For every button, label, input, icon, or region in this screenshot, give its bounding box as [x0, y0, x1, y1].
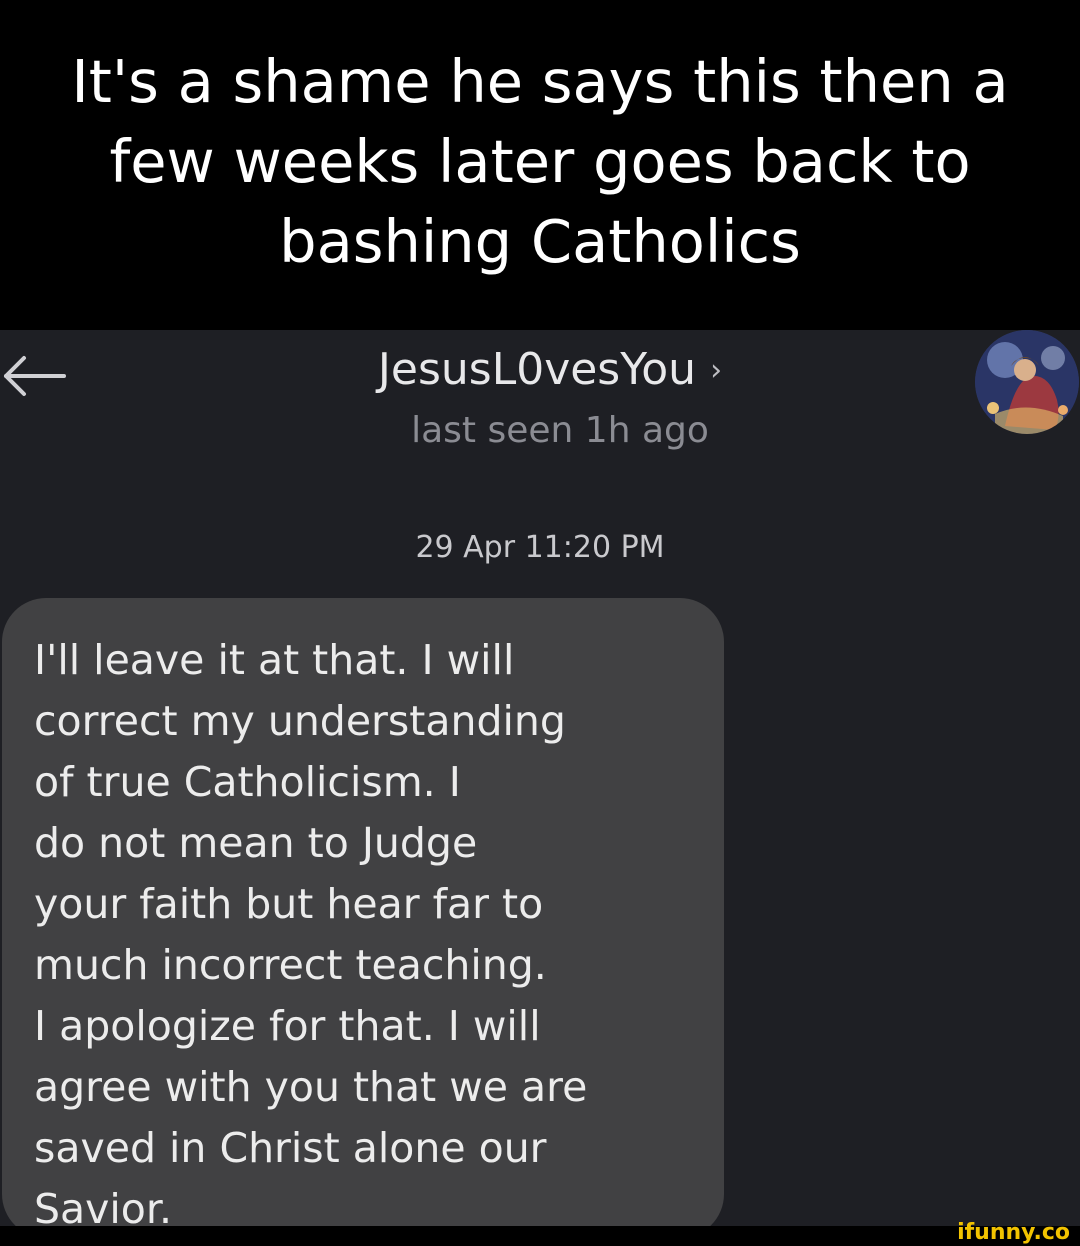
- contact-name-link[interactable]: JesusL0vesYou ›: [378, 340, 722, 405]
- contact-name: JesusL0vesYou: [377, 344, 697, 395]
- avatar-image: [975, 330, 1079, 434]
- contact-avatar[interactable]: [975, 330, 1079, 434]
- chat-header-title: JesusL0vesYou ›: [0, 340, 1080, 405]
- chat-screen: JesusL0vesYou › last seen 1h ago 29 Apr 1…: [0, 330, 1080, 1226]
- ifunny-watermark: ifunny.co: [957, 1220, 1070, 1245]
- meme-caption: It's a shame he says this then a few wee…: [0, 0, 1080, 330]
- message-text: I'll leave it at that. I will correct my…: [34, 636, 588, 1226]
- footer-bar: [0, 1226, 1080, 1246]
- last-seen-status: last seen 1h ago: [411, 410, 709, 451]
- chevron-right-icon: ›: [710, 353, 723, 388]
- caption-text: It's a shame he says this then a few wee…: [71, 47, 1009, 276]
- message-date-separator: 29 Apr 11:20 PM: [415, 530, 665, 565]
